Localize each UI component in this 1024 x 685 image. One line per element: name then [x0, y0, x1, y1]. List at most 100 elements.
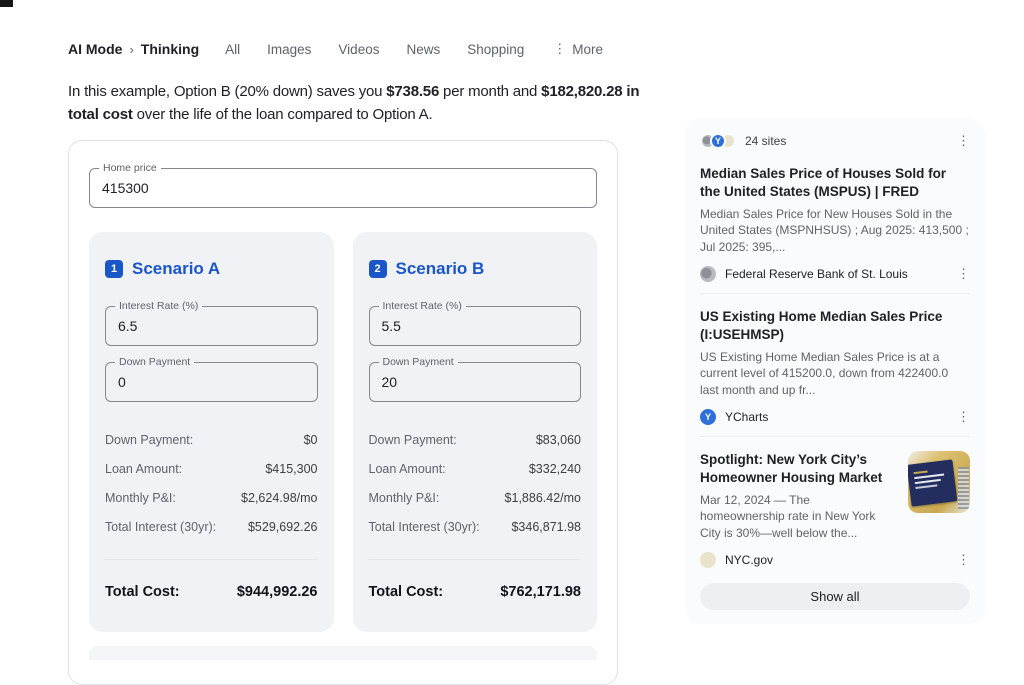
source-item-body: Spotlight: New York City’s Homeowner Hou… [700, 437, 970, 542]
home-price-field: Home price [89, 168, 597, 208]
scenario-a-down-payment-field: Down Payment [105, 362, 318, 402]
scenarios-row: 1 Scenario A Interest Rate (%) Down Paym… [89, 232, 597, 632]
scenario-a-title: Scenario A [132, 259, 220, 279]
scenario-a-card: 1 Scenario A Interest Rate (%) Down Paym… [89, 232, 334, 632]
source-snippet: Median Sales Price for New Houses Sold i… [700, 206, 970, 256]
result-label: Total Interest (30yr): [105, 520, 216, 534]
thumbnail-report-cover [908, 459, 957, 506]
source-attribution-row: Federal Reserve Bank of St. Louis ⋮ [700, 266, 970, 282]
source-item-text: Spotlight: New York City’s Homeowner Hou… [700, 437, 896, 542]
result-value: $83,060 [536, 433, 581, 447]
fed-favicon [700, 266, 716, 282]
article-thumbnail[interactable] [908, 451, 970, 513]
source-title[interactable]: Median Sales Price of Houses Sold for th… [700, 165, 970, 201]
summary-segment: per month and [439, 83, 541, 100]
result-value: $1,886.42/mo [505, 491, 581, 505]
scenario-b-down-payment-field: Down Payment [369, 362, 582, 402]
summary-segment: over the life of the loan compared to Op… [133, 106, 433, 123]
search-tabs: All Images Videos News Shopping [225, 42, 524, 57]
source-item[interactable]: Spotlight: New York City’s Homeowner Hou… [700, 437, 970, 568]
breadcrumb-ai-mode[interactable]: AI Mode [68, 41, 122, 57]
source-snippet: US Existing Home Median Sales Price is a… [700, 349, 970, 399]
result-row: Down Payment: $0 [105, 433, 318, 447]
more-vertical-icon[interactable]: ⋮ [957, 266, 970, 282]
source-snippet: Mar 12, 2024 — The homeownership rate in… [700, 492, 896, 542]
home-price-label: Home price [99, 162, 161, 175]
scenario-a-number-badge: 1 [105, 260, 123, 278]
result-label: Total Interest (30yr): [369, 520, 480, 534]
total-cost-value: $762,171.98 [500, 584, 581, 600]
result-row: Loan Amount: $332,240 [369, 462, 582, 476]
source-item[interactable]: Median Sales Price of Houses Sold for th… [700, 165, 970, 294]
ycharts-favicon [700, 409, 716, 425]
more-vertical-icon[interactable]: ⋮ [957, 409, 970, 425]
more-tab[interactable]: ⋮ More [553, 41, 603, 57]
scenario-b-card: 2 Scenario B Interest Rate (%) Down Paym… [353, 232, 598, 632]
result-value: $415,300 [265, 462, 317, 476]
result-value: $529,692.26 [248, 520, 318, 534]
result-label: Down Payment: [105, 433, 193, 447]
scenario-a-results: Down Payment: $0 Loan Amount: $415,300 M… [105, 433, 318, 600]
chevron-right-icon: › [129, 42, 133, 57]
tab-images[interactable]: Images [267, 42, 311, 57]
source-title[interactable]: US Existing Home Median Sales Price (I:U… [700, 308, 970, 344]
screen-corner-artifact [0, 0, 13, 7]
scenario-b-total-cost-row: Total Cost: $762,171.98 [369, 559, 582, 600]
result-row: Monthly P&I: $1,886.42/mo [369, 491, 582, 505]
scenario-a-interest-field: Interest Rate (%) [105, 306, 318, 346]
more-vertical-icon[interactable]: ⋮ [957, 552, 970, 568]
sources-panel: 24 sites ⋮ Median Sales Price of Houses … [685, 118, 985, 624]
more-vertical-icon: ⋮ [553, 41, 566, 57]
home-price-input[interactable] [90, 169, 596, 207]
scenario-b-interest-field: Interest Rate (%) [369, 306, 582, 346]
tab-shopping[interactable]: Shopping [467, 42, 524, 57]
divider [700, 293, 970, 294]
sites-count[interactable]: 24 sites [745, 134, 786, 148]
total-cost-value: $944,992.26 [237, 584, 318, 600]
scenario-b-number-badge: 2 [369, 260, 387, 278]
summary-segment: In this example, Option B (20% down) sav… [68, 83, 386, 100]
scenario-a-header: 1 Scenario A [105, 259, 318, 279]
scenario-b-interest-input[interactable] [370, 307, 581, 345]
source-name[interactable]: NYC.gov [725, 553, 773, 567]
down-payment-label: Down Payment [115, 356, 194, 369]
more-label: More [572, 42, 603, 57]
source-title[interactable]: Spotlight: New York City’s Homeowner Hou… [700, 451, 896, 487]
scenario-a-down-payment-input[interactable] [106, 363, 317, 401]
scenario-b-results: Down Payment: $83,060 Loan Amount: $332,… [369, 433, 582, 600]
clipped-next-section [89, 646, 597, 660]
breadcrumb-thinking[interactable]: Thinking [141, 41, 199, 57]
source-attribution-row: NYC.gov ⋮ [700, 552, 970, 568]
result-label: Loan Amount: [105, 462, 182, 476]
down-payment-label: Down Payment [379, 356, 458, 369]
show-all-button[interactable]: Show all [700, 583, 970, 610]
nyc-gov-favicon [700, 552, 716, 568]
ai-summary-text: In this example, Option B (20% down) sav… [68, 80, 646, 127]
source-name[interactable]: YCharts [725, 410, 768, 424]
tab-news[interactable]: News [406, 42, 440, 57]
site-favicon-stack [700, 133, 736, 149]
result-label: Monthly P&I: [105, 491, 176, 505]
scenario-b-down-payment-input[interactable] [370, 363, 581, 401]
result-value: $2,624.98/mo [241, 491, 317, 505]
result-value: $0 [304, 433, 318, 447]
tab-videos[interactable]: Videos [338, 42, 379, 57]
interest-rate-label: Interest Rate (%) [379, 300, 466, 313]
summary-highlight-monthly-savings: $738.56 [386, 83, 439, 100]
source-name[interactable]: Federal Reserve Bank of St. Louis [725, 267, 908, 281]
more-vertical-icon[interactable]: ⋮ [957, 133, 970, 149]
scenario-a-total-cost-row: Total Cost: $944,992.26 [105, 559, 318, 600]
thumbnail-building-strip [958, 467, 969, 509]
scenario-b-title: Scenario B [396, 259, 485, 279]
source-attribution-row: YCharts ⋮ [700, 409, 970, 425]
result-value: $332,240 [529, 462, 581, 476]
source-item[interactable]: US Existing Home Median Sales Price (I:U… [700, 308, 970, 437]
total-cost-label: Total Cost: [105, 584, 180, 600]
interest-rate-label: Interest Rate (%) [115, 300, 202, 313]
tab-all[interactable]: All [225, 42, 240, 57]
scenario-a-interest-input[interactable] [106, 307, 317, 345]
result-label: Loan Amount: [369, 462, 446, 476]
total-cost-label: Total Cost: [369, 584, 444, 600]
result-row: Down Payment: $83,060 [369, 433, 582, 447]
result-row: Total Interest (30yr): $346,871.98 [369, 520, 582, 534]
